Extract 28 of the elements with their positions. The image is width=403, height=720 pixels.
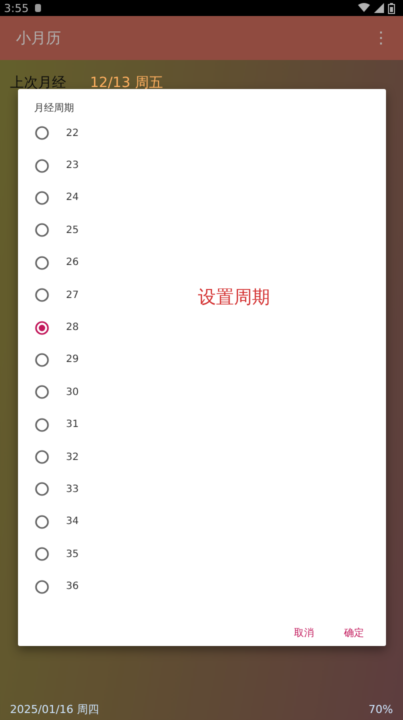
radio-option[interactable]: 30 xyxy=(34,376,79,409)
dialog-title: 月经周期 xyxy=(34,102,75,115)
date-value[interactable]: 12/13 周五 xyxy=(90,74,163,92)
radio-option[interactable]: 28 xyxy=(34,311,79,344)
signal-icon xyxy=(374,3,384,13)
dialog-button[interactable]: 确定 xyxy=(338,622,370,644)
radio-option[interactable]: 31 xyxy=(34,408,79,441)
radio-option[interactable]: 24 xyxy=(34,182,79,214)
radio-option[interactable]: 33 xyxy=(34,473,79,506)
radio-option[interactable]: 27 xyxy=(34,278,79,312)
percent-text: 70% xyxy=(368,702,393,716)
radio-option[interactable]: 25 xyxy=(34,214,79,247)
battery-icon xyxy=(388,2,395,14)
radio-option[interactable]: 23 xyxy=(34,149,79,182)
overlay-caption: 设置周期 xyxy=(198,286,270,309)
radio-option[interactable]: 35 xyxy=(34,538,79,570)
radio-option[interactable]: 32 xyxy=(34,440,79,474)
field-label: 上次月经 xyxy=(10,74,66,92)
dialog-button[interactable]: 取消 xyxy=(288,622,320,644)
wifi-icon xyxy=(358,3,370,13)
date-text: 2025/01/16 周四 xyxy=(10,702,99,716)
radio-option[interactable]: 36 xyxy=(34,570,79,603)
radio-option[interactable]: 22 xyxy=(34,117,79,150)
radio-option[interactable]: 29 xyxy=(34,344,79,376)
app-title: 小月历 xyxy=(16,28,62,48)
radio-option[interactable]: 34 xyxy=(34,506,79,538)
status-time: 3:55 xyxy=(4,2,29,14)
radio-option[interactable]: 26 xyxy=(34,246,79,279)
